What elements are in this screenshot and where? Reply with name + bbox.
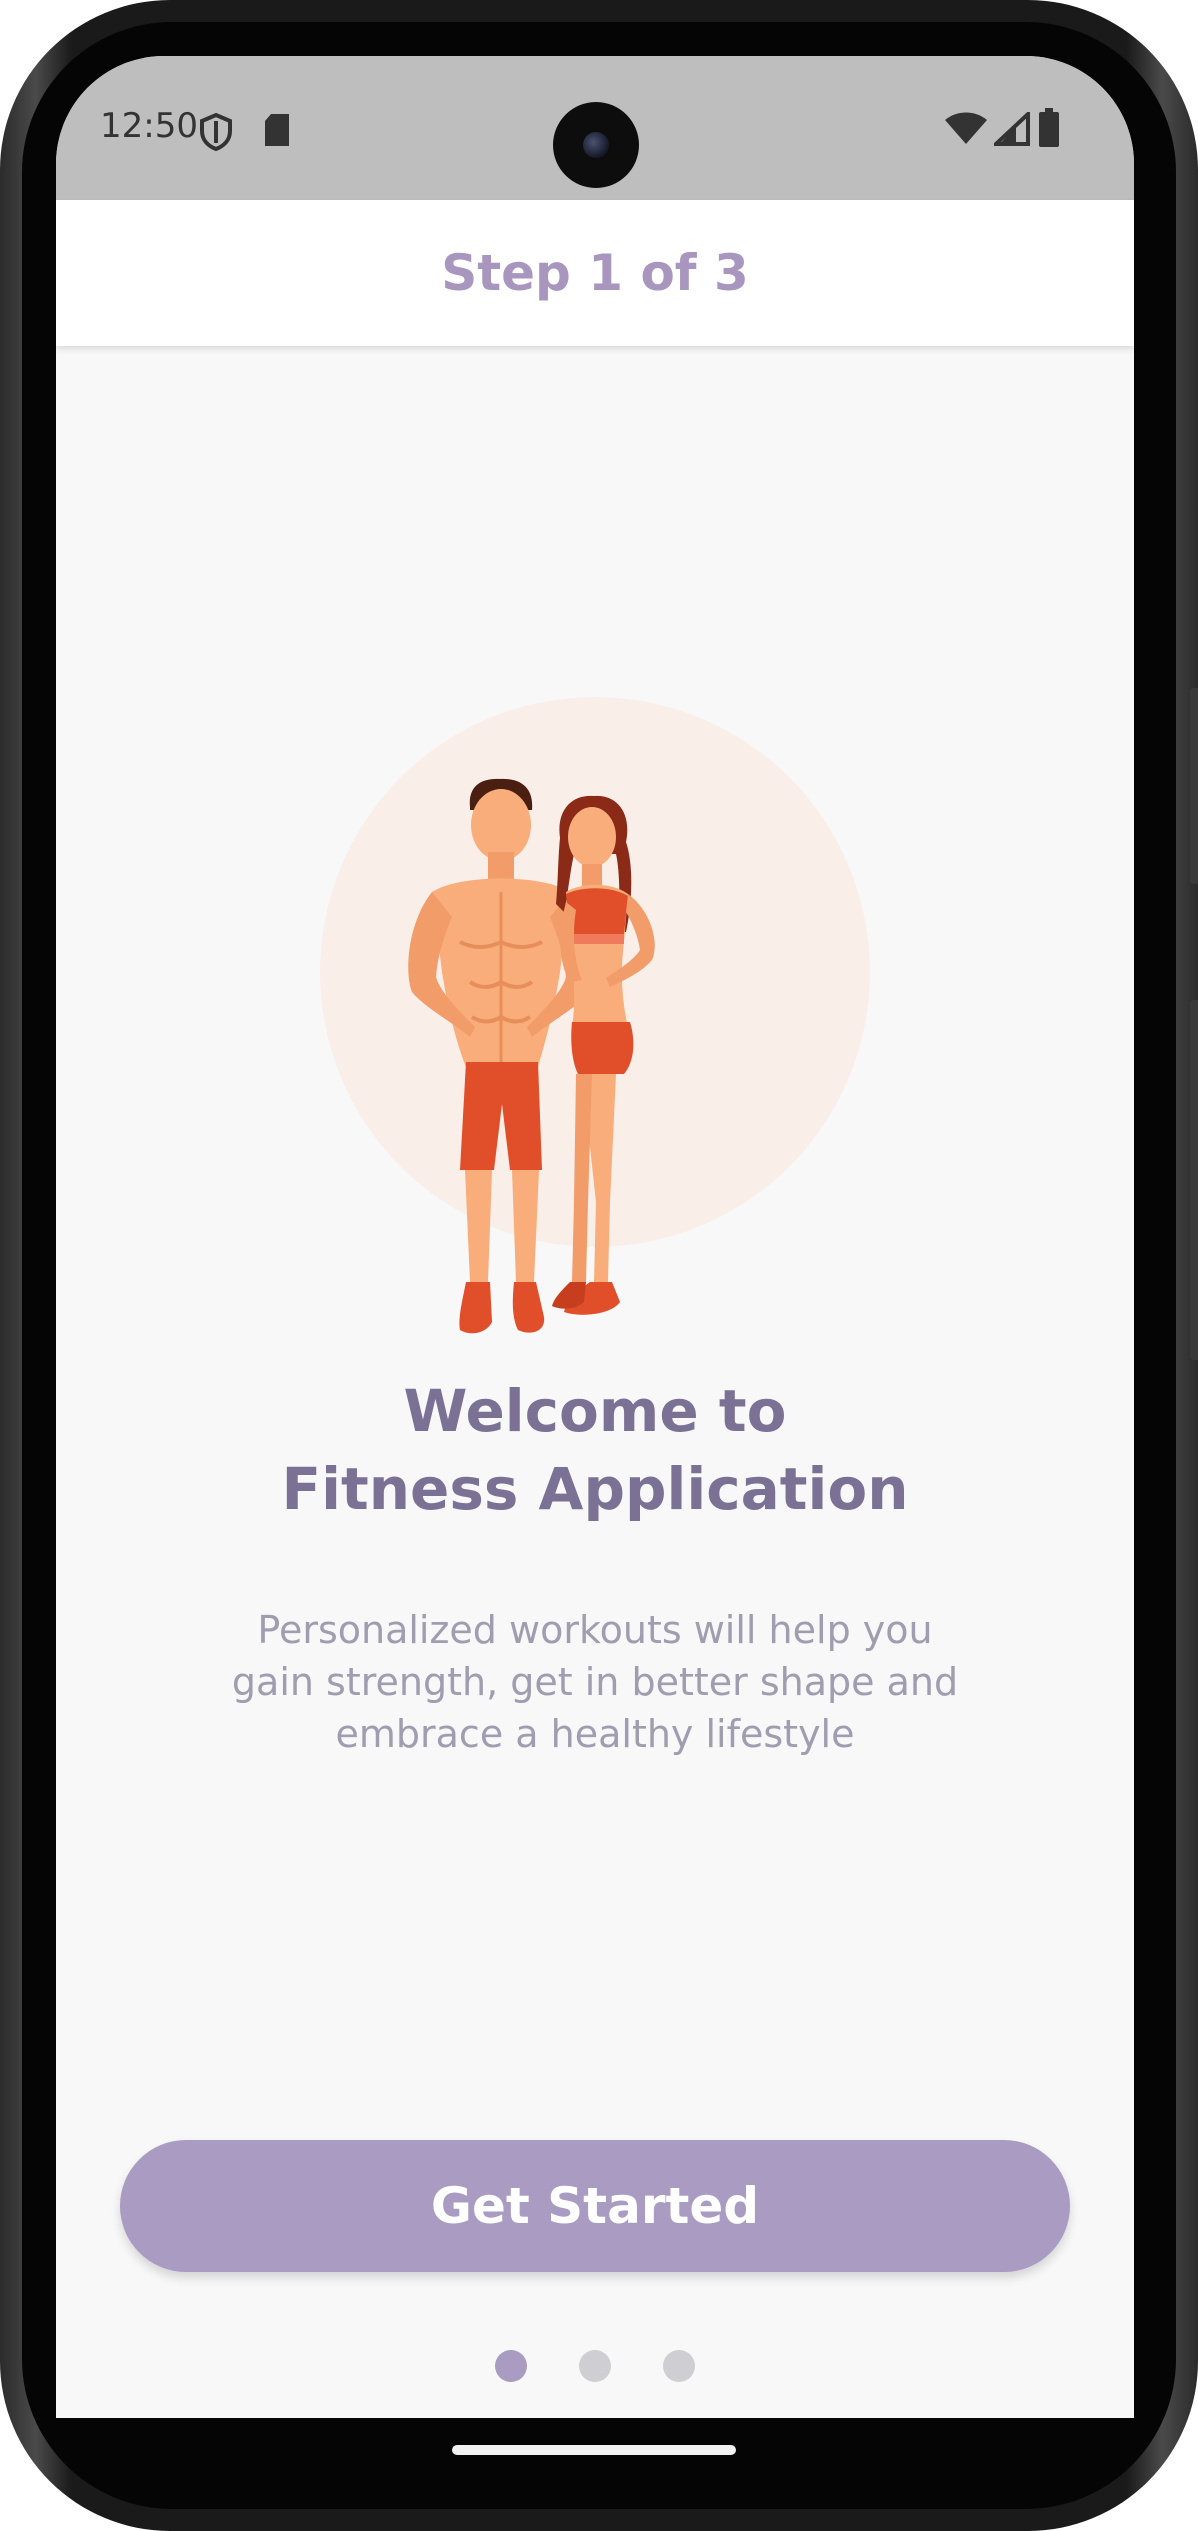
description-line-2: gain strength, get in better shape and	[231, 1660, 959, 1704]
battery-icon	[1039, 108, 1059, 147]
page-indicator	[56, 2350, 1134, 2382]
status-time: 12:50	[100, 106, 198, 146]
app-bar: Step 1 of 3	[56, 200, 1134, 346]
page-dot-3[interactable]	[663, 2350, 695, 2382]
step-indicator-title: Step 1 of 3	[441, 244, 749, 302]
status-bar: 12:50	[56, 56, 1134, 200]
welcome-description: Personalized workouts will help you gain…	[226, 1604, 964, 1760]
power-button	[1190, 688, 1198, 884]
wifi-icon	[945, 112, 987, 144]
headline-line-2: Fitness Application	[281, 1455, 909, 1523]
home-gesture-bar[interactable]	[452, 2445, 736, 2455]
headline-line-1: Welcome to	[403, 1377, 787, 1445]
get-started-button[interactable]: Get Started	[120, 2140, 1070, 2272]
page-dot-2[interactable]	[579, 2350, 611, 2382]
fitness-couple-illustration	[320, 697, 870, 1334]
sd-card-icon	[265, 114, 289, 146]
page-dot-1[interactable]	[495, 2350, 527, 2382]
signal-icon	[994, 112, 1030, 146]
front-camera	[553, 102, 639, 188]
screen: 12:50 Step 1 of 3 Welcome to Fitness App…	[56, 56, 1134, 2418]
volume-button	[1190, 1000, 1198, 1360]
welcome-headline: Welcome to Fitness Application	[56, 1372, 1134, 1528]
description-line-1: Personalized workouts will help you	[257, 1608, 933, 1652]
phone-frame: 12:50 Step 1 of 3 Welcome to Fitness App…	[0, 0, 1198, 2531]
shield-icon	[200, 112, 232, 152]
description-line-3: embrace a healthy lifestyle	[335, 1712, 855, 1756]
